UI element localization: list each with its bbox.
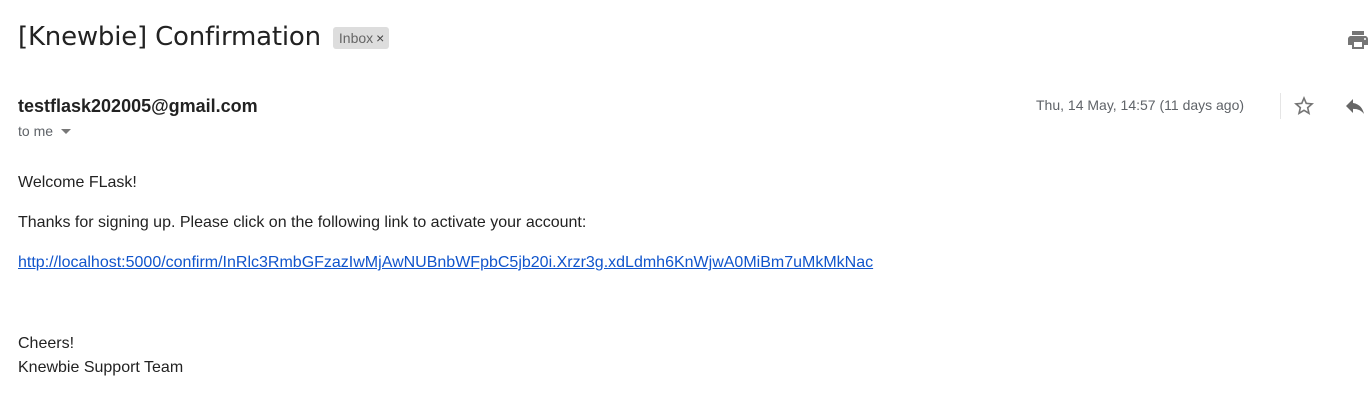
header-divider — [1280, 93, 1281, 119]
label-chip-text: Inbox — [338, 30, 374, 46]
star-outline-icon[interactable] — [1292, 94, 1316, 118]
subject-row: [Knewbie] Confirmation Inbox × — [18, 22, 390, 52]
remove-label-icon[interactable]: × — [376, 31, 384, 45]
body-greeting: Welcome FLask! — [18, 174, 137, 191]
body-signoff: Cheers! — [18, 335, 75, 352]
body-signature: Knewbie Support Team — [18, 359, 184, 376]
activation-link[interactable]: http://localhost:5000/confirm/InRlc3RmbG… — [18, 254, 873, 272]
caret-down-icon[interactable] — [61, 129, 72, 134]
print-icon[interactable] — [1346, 28, 1370, 52]
recipient-label: to me — [18, 123, 54, 139]
email-date: Thu, 14 May, 14:57 (11 days ago) — [1036, 97, 1245, 113]
email-subject: [Knewbie] Confirmation — [18, 22, 321, 52]
recipient-details-toggle[interactable]: to me — [18, 123, 72, 139]
inbox-label-chip[interactable]: Inbox × — [332, 27, 390, 49]
sender-email: testflask202005@gmail.com — [18, 96, 258, 116]
email-view: [Knewbie] Confirmation Inbox × testflask… — [0, 0, 1370, 410]
body-instruction: Thanks for signing up. Please click on t… — [18, 214, 587, 231]
reply-icon[interactable] — [1342, 94, 1368, 118]
